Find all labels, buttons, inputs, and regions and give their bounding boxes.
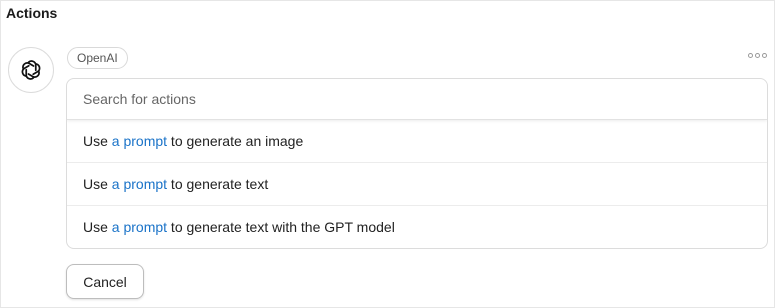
search-input[interactable] (67, 79, 767, 119)
action-prefix: Use (83, 219, 112, 235)
action-prefix: Use (83, 176, 112, 192)
action-prefix: Use (83, 133, 112, 149)
prompt-link[interactable]: a prompt (112, 133, 167, 149)
prompt-link[interactable]: a prompt (112, 219, 167, 235)
action-item-generate-image[interactable]: Use a prompt to generate an image (67, 120, 767, 163)
action-item-generate-text[interactable]: Use a prompt to generate text (67, 163, 767, 206)
provider-avatar (8, 47, 54, 93)
more-options-icon[interactable] (748, 53, 767, 58)
dot-icon (755, 53, 760, 58)
dot-icon (762, 53, 767, 58)
provider-badge: OpenAI (67, 47, 128, 69)
search-bar (67, 79, 767, 120)
openai-logo-icon (21, 60, 41, 80)
action-suffix: to generate text (167, 176, 269, 192)
cancel-button[interactable]: Cancel (66, 264, 144, 299)
prompt-link[interactable]: a prompt (112, 176, 167, 192)
action-item-generate-text-gpt[interactable]: Use a prompt to generate text with the G… (67, 206, 767, 248)
actions-list-panel: Use a prompt to generate an image Use a … (66, 78, 768, 249)
dot-icon (748, 53, 753, 58)
action-suffix: to generate text with the GPT model (167, 219, 395, 235)
page-title: Actions (6, 5, 58, 21)
action-suffix: to generate an image (167, 133, 304, 149)
